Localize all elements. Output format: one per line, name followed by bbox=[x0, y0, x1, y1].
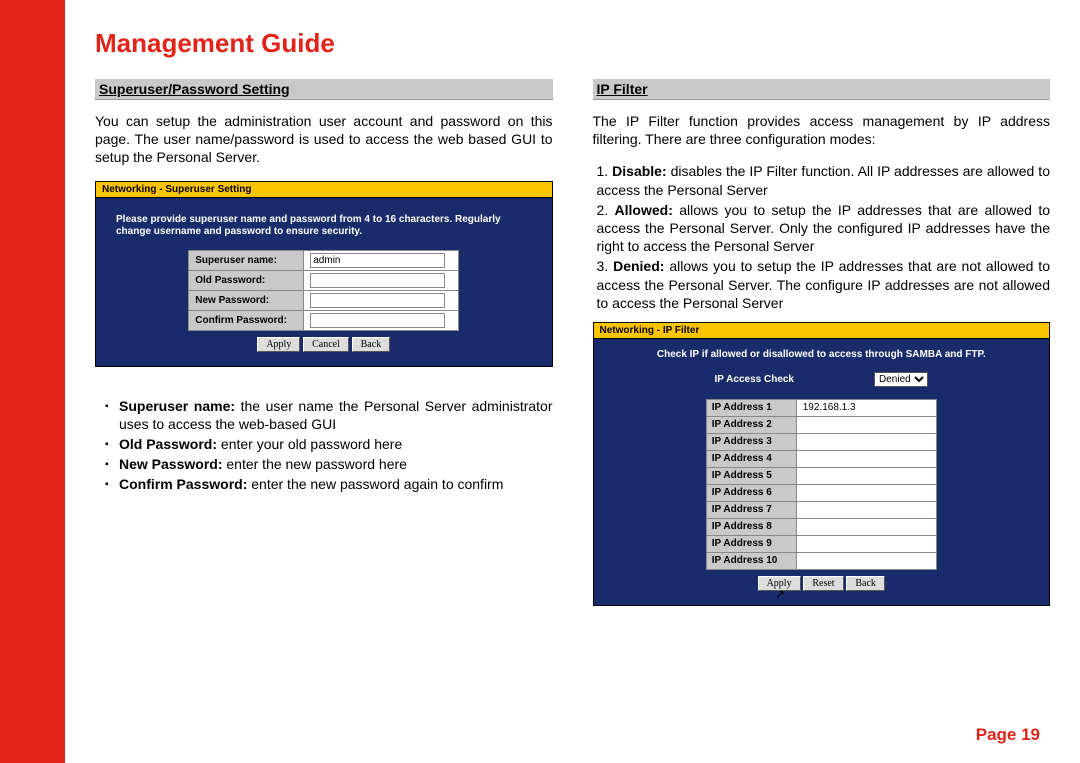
list-item: Disable: disables the IP Filter function… bbox=[597, 162, 1051, 198]
field-label: IP Address 10 bbox=[706, 552, 796, 569]
table-row: IP Address 5 bbox=[706, 467, 936, 484]
doc-title: Management Guide bbox=[95, 28, 1050, 59]
field-label: IP Address 6 bbox=[706, 484, 796, 501]
page-content: Management Guide Superuser/Password Sett… bbox=[65, 0, 1080, 763]
table-row: IP Address 7 bbox=[706, 501, 936, 518]
reset-button[interactable]: Reset bbox=[803, 576, 843, 591]
ip-access-select[interactable]: Denied bbox=[874, 372, 928, 387]
left-column: Superuser/Password Setting You can setup… bbox=[95, 79, 553, 614]
old-password-input[interactable] bbox=[310, 273, 445, 288]
ip-address-table: IP Address 1 IP Address 2 IP Address 3 I… bbox=[706, 399, 937, 570]
sshot-titlebar: Networking - Superuser Setting bbox=[96, 182, 552, 198]
field-label: IP Address 1 bbox=[706, 399, 796, 416]
table-row: IP Address 6 bbox=[706, 484, 936, 501]
field-label: IP Address 7 bbox=[706, 501, 796, 518]
superuser-name-input[interactable] bbox=[310, 253, 445, 268]
ip-address-1-input[interactable] bbox=[802, 401, 931, 415]
button-row: Apply Cancel Back bbox=[116, 337, 532, 352]
list-item: Confirm Password: enter the new password… bbox=[105, 475, 553, 493]
table-row: IP Address 1 bbox=[706, 399, 936, 416]
ip-address-8-input[interactable] bbox=[802, 520, 931, 534]
confirm-password-input[interactable] bbox=[310, 313, 445, 328]
table-row: Confirm Password: bbox=[189, 310, 459, 330]
superuser-screenshot: Networking - Superuser Setting Please pr… bbox=[95, 181, 553, 367]
table-row: Old Password: bbox=[189, 270, 459, 290]
ip-access-row: IP Access Check Denied bbox=[614, 372, 1030, 387]
new-password-input[interactable] bbox=[310, 293, 445, 308]
ip-access-label: IP Access Check bbox=[715, 374, 795, 385]
field-label: IP Address 2 bbox=[706, 416, 796, 433]
right-column: IP Filter The IP Filter function provide… bbox=[593, 79, 1051, 614]
ip-address-7-input[interactable] bbox=[802, 503, 931, 517]
list-item: New Password: enter the new password her… bbox=[105, 455, 553, 473]
apply-button[interactable]: Apply bbox=[257, 337, 300, 352]
ip-address-4-input[interactable] bbox=[802, 452, 931, 466]
left-section-header: Superuser/Password Setting bbox=[95, 79, 553, 100]
table-row: Superuser name: bbox=[189, 250, 459, 270]
field-label: IP Address 9 bbox=[706, 535, 796, 552]
page-number: Page 19 bbox=[976, 725, 1040, 745]
table-row: New Password: bbox=[189, 290, 459, 310]
ip-address-3-input[interactable] bbox=[802, 435, 931, 449]
ipfilter-screenshot: Networking - IP Filter Check IP if allow… bbox=[593, 322, 1051, 606]
button-row: Apply Reset Back bbox=[614, 576, 1030, 591]
field-label: Old Password: bbox=[189, 270, 304, 290]
field-label: Superuser name: bbox=[189, 250, 304, 270]
red-sidebar bbox=[0, 0, 65, 763]
back-button[interactable]: Back bbox=[352, 337, 391, 352]
field-label: IP Address 5 bbox=[706, 467, 796, 484]
ip-address-2-input[interactable] bbox=[802, 418, 931, 432]
table-row: IP Address 2 bbox=[706, 416, 936, 433]
ip-address-5-input[interactable] bbox=[802, 469, 931, 483]
sshot-instruction: Check IP if allowed or disallowed to acc… bbox=[614, 349, 1030, 360]
table-row: IP Address 9 bbox=[706, 535, 936, 552]
field-label: IP Address 8 bbox=[706, 518, 796, 535]
modes-list: Disable: disables the IP Filter function… bbox=[593, 162, 1051, 312]
superuser-form-table: Superuser name: Old Password: New Passwo… bbox=[188, 250, 459, 331]
field-label: IP Address 3 bbox=[706, 433, 796, 450]
list-item: Allowed: allows you to setup the IP addr… bbox=[597, 201, 1051, 256]
left-bullet-list: Superuser name: the user name the Person… bbox=[95, 397, 553, 494]
table-row: IP Address 3 bbox=[706, 433, 936, 450]
list-item: Superuser name: the user name the Person… bbox=[105, 397, 553, 433]
ip-address-10-input[interactable] bbox=[802, 554, 931, 568]
back-button[interactable]: Back bbox=[846, 576, 885, 591]
apply-button[interactable]: Apply bbox=[758, 576, 801, 591]
field-label: IP Address 4 bbox=[706, 450, 796, 467]
right-intro: The IP Filter function provides access m… bbox=[593, 112, 1051, 148]
table-row: IP Address 8 bbox=[706, 518, 936, 535]
field-label: Confirm Password: bbox=[189, 310, 304, 330]
two-column-layout: Superuser/Password Setting You can setup… bbox=[95, 79, 1050, 614]
ip-address-9-input[interactable] bbox=[802, 537, 931, 551]
list-item: Denied: allows you to setup the IP addre… bbox=[597, 257, 1051, 312]
table-row: IP Address 10 bbox=[706, 552, 936, 569]
sshot-titlebar: Networking - IP Filter bbox=[594, 323, 1050, 339]
right-section-header: IP Filter bbox=[593, 79, 1051, 100]
table-row: IP Address 4 bbox=[706, 450, 936, 467]
field-label: New Password: bbox=[189, 290, 304, 310]
ip-address-6-input[interactable] bbox=[802, 486, 931, 500]
list-item: Old Password: enter your old password he… bbox=[105, 435, 553, 453]
sshot-instruction: Please provide superuser name and passwo… bbox=[116, 214, 532, 238]
left-intro: You can setup the administration user ac… bbox=[95, 112, 553, 167]
cancel-button[interactable]: Cancel bbox=[303, 337, 349, 352]
